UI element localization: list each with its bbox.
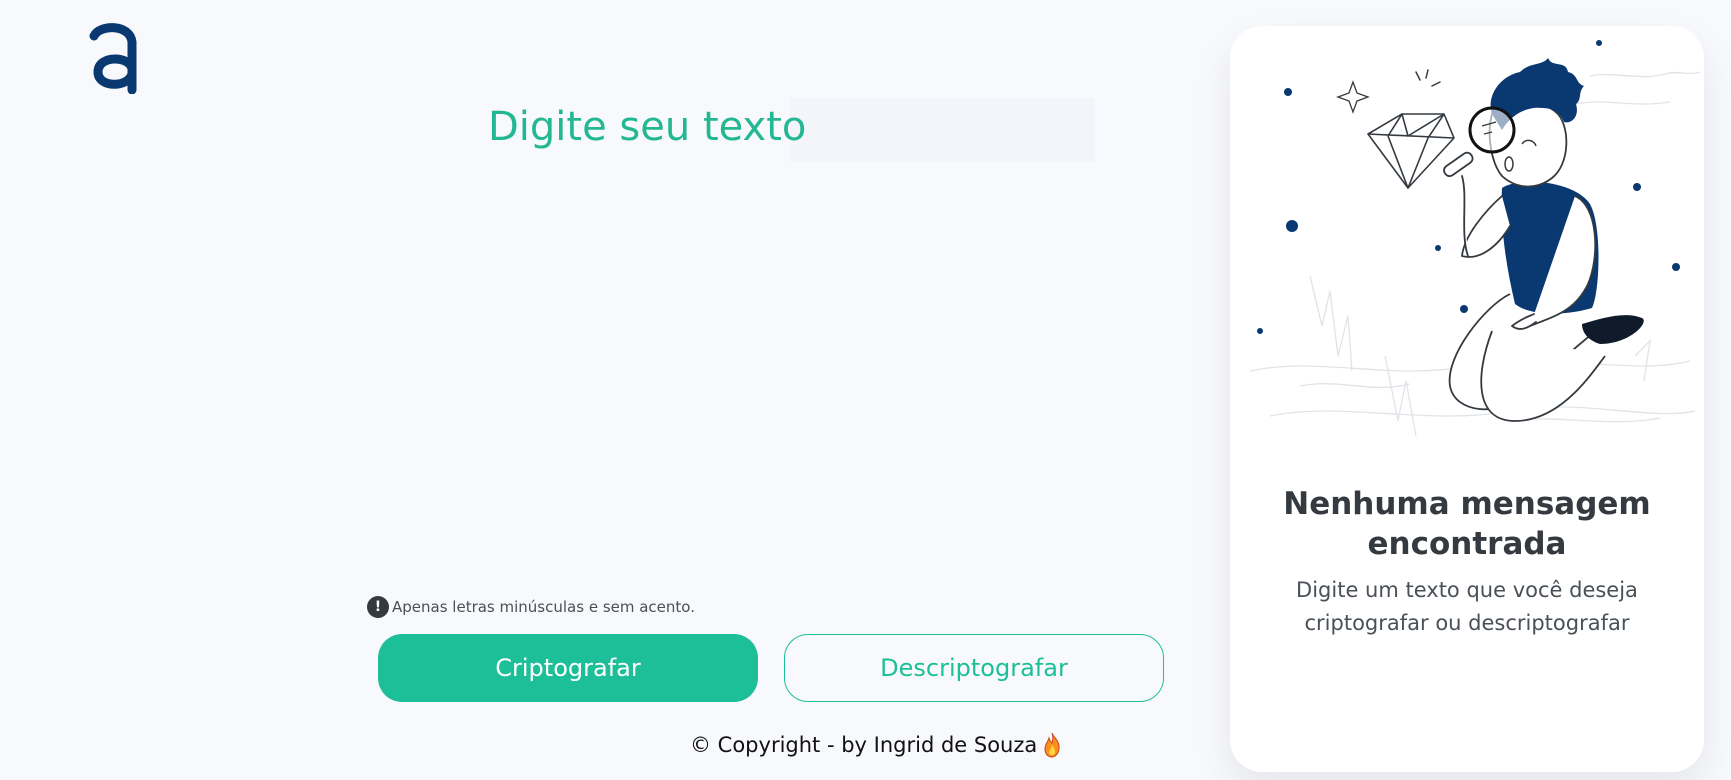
- decrypt-button[interactable]: Descriptografar: [784, 634, 1164, 702]
- fire-emoji-icon: [1044, 732, 1060, 758]
- result-card: Nenhuma mensagem encontrada Digite um te…: [1230, 26, 1704, 772]
- hint-text: Apenas letras minúsculas e sem acento.: [392, 598, 695, 616]
- alura-logo-icon: [89, 23, 137, 94]
- result-message: Digite um texto que você deseja criptogr…: [1296, 578, 1638, 635]
- footer: © Copyright - by Ingrid de Souza: [690, 732, 1061, 758]
- person-with-magnifier-illustration: [1249, 40, 1701, 437]
- result-title: Nenhuma mensagem encontrada: [1283, 486, 1651, 563]
- exclamation-circle-icon: !: [367, 596, 389, 618]
- copyright-text: © Copyright - by Ingrid de Souza: [690, 733, 1038, 757]
- input-hint: ! Apenas letras minúsculas e sem acento.: [367, 596, 695, 618]
- encrypt-button[interactable]: Criptografar: [378, 634, 758, 702]
- message-input[interactable]: [470, 94, 1100, 524]
